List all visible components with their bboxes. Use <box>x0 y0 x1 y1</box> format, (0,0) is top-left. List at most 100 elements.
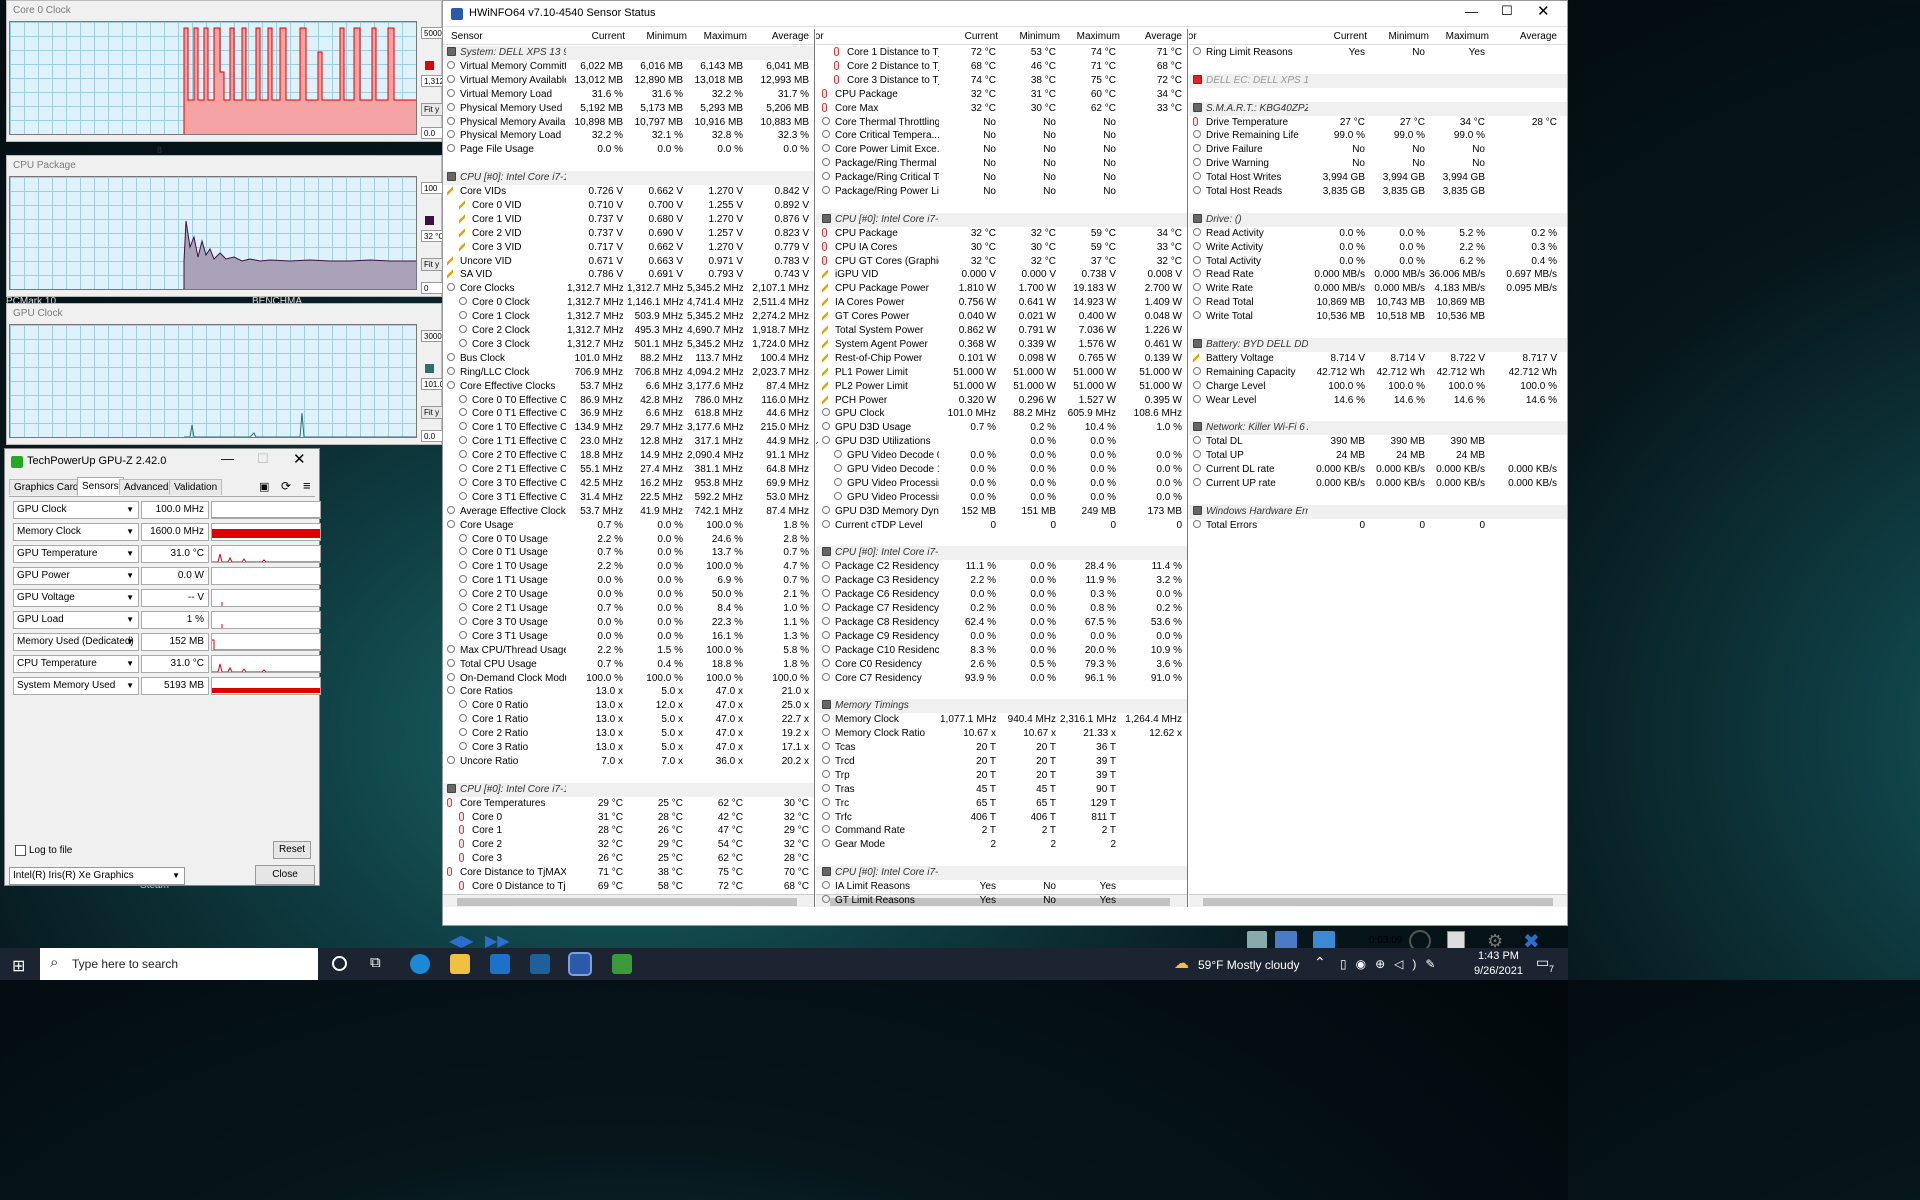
sensor-name-dropdown[interactable]: GPU Temperature ▼ <box>13 545 139 563</box>
sensor-row[interactable]: Virtual Memory Load 31.6 % 31.6 % 32.2 % 31.… <box>443 88 814 102</box>
hwinfo-window[interactable]: HWiNFO64 v7.10-4540 Sensor Status — ☐ ✕ … <box>442 0 1568 953</box>
sensor-row[interactable]: ⌄ Core Clocks 1,312.7 MHz 1,312.7 MHz 5,345.… <box>443 282 814 296</box>
sensor-row[interactable]: iGPU VID 0.000 V 0.000 V 0.738 V 0.008 V <box>816 268 1187 282</box>
gpuz-sensor-row[interactable]: GPU Voltage ▼ -- V <box>13 589 321 607</box>
sensor-row[interactable]: SA VID 0.786 V 0.691 V 0.793 V 0.743 V <box>443 268 814 282</box>
sensor-row[interactable]: ›GT Limit ReasonsYesNoYes <box>816 894 1187 907</box>
sensor-group-header[interactable]: CPU [#0]: Intel Core i7-1... <box>443 171 814 186</box>
sensor-row[interactable]: Core Max 32 °C 30 °C 62 °C 33 °C <box>816 102 1187 116</box>
sensor-row[interactable]: ›IA Limit ReasonsYesNoYes <box>816 880 1187 894</box>
sensor-group-header[interactable]: System: DELL XPS 13 93... <box>443 46 814 60</box>
menu-icon[interactable]: ≡ <box>303 478 311 493</box>
cortana-icon[interactable] <box>332 956 347 971</box>
tab-advanced[interactable]: Advanced <box>119 479 174 495</box>
sensor-row[interactable]: Core 0 T0 Effective Cl... 86.9 MHz 42.8 MH… <box>443 394 814 408</box>
sensor-row[interactable]: Command Rate 2 T 2 T 2 T <box>816 824 1187 838</box>
sensor-row[interactable]: Tcas 20 T 20 T 36 T <box>816 741 1187 755</box>
notifications-icon[interactable]: ▭ <box>1536 954 1549 971</box>
gpuz-sensor-row[interactable]: CPU Temperature ▼ 31.0 °C <box>13 655 321 673</box>
sensor-row[interactable]: Physical Memory Load 32.2 % 32.1 % 32.8 % 32… <box>443 129 814 143</box>
sensor-row[interactable]: Package C9 Residency 0.0 % 0.0 % 0.0 % 0.0 % <box>816 630 1187 644</box>
camera-icon[interactable]: ▣ <box>259 480 269 493</box>
sensor-row[interactable]: GPU Video Processing ... 0.0 % 0.0 % 0.0 % 0… <box>816 491 1187 505</box>
collapse-chevron-icon[interactable]: ⌄ <box>443 520 445 531</box>
sensor-row[interactable]: Package C6 Residency 0.0 % 0.0 % 0.3 % 0.0 % <box>816 588 1187 602</box>
reset-button[interactable]: Reset <box>273 841 311 859</box>
sensor-row[interactable]: Trfc 406 T 406 T 811 T <box>816 811 1187 825</box>
sensor-name-dropdown[interactable]: GPU Clock ▼ <box>13 501 139 519</box>
gpuz-sensor-row[interactable]: Memory Used (Dedicated) ▼ 152 MB <box>13 633 321 651</box>
weather-text[interactable]: 59°F Mostly cloudy <box>1198 958 1300 972</box>
sensor-row[interactable]: Core 3 26 °C 25 °C 62 °C 28 °C <box>443 852 814 866</box>
sensor-row[interactable]: Core 3 T1 Effective Cl... 31.4 MHz 22.5 MH… <box>443 491 814 505</box>
minimum-column-header[interactable]: Minimum <box>1000 31 1060 42</box>
sensor-row[interactable]: Virtual Memory Available 13,012 MB 12,890 … <box>443 74 814 88</box>
sensor-row[interactable]: GPU Video Processing ... 0.0 % 0.0 % 0.0 % 0… <box>816 477 1187 491</box>
sensor-row[interactable]: ›Core Thermal ThrottlingNoNoNo <box>816 116 1187 130</box>
sensor-row[interactable]: Trc 65 T 65 T 129 T <box>816 797 1187 811</box>
sensor-row[interactable]: Read Rate 0.000 MB/s 0.000 MB/s 36.006 MB/s… <box>1189 268 1567 282</box>
sensor-row[interactable]: On-Demand Clock Modul... 100.0 % 100.0 % 10… <box>443 672 814 686</box>
mail-icon[interactable] <box>490 954 510 974</box>
device-select[interactable]: Intel(R) Iris(R) Xe Graphics ▼ <box>9 867 185 885</box>
average-column-header[interactable]: Average <box>1120 31 1182 42</box>
refresh-icon[interactable]: ⟳ <box>281 479 291 493</box>
sensor-row[interactable]: Core 1 Distance to Tj... 72 °C 53 °C 74 °C 7… <box>816 46 1187 60</box>
sensor-row[interactable]: Battery Voltage 8.714 V 8.714 V 8.722 V 8.71… <box>1189 352 1567 366</box>
graph-window-cpu-package[interactable]: CPU Package 100 32 °C Fit y 0 <box>6 155 445 297</box>
sensor-group-header[interactable]: CPU [#0]: Intel Core i7-1... <box>816 866 1187 881</box>
sensor-row[interactable]: ⌄ Core Usage 0.7 % 0.0 % 100.0 % 1.8 % <box>443 519 814 533</box>
sensor-row[interactable]: Average Effective Clock 53.7 MHz 41.9 MHz 7… <box>443 505 814 519</box>
sensor-row[interactable]: CPU Package 32 °C 32 °C 59 °C 34 °C <box>816 227 1187 241</box>
sensor-row[interactable]: Gear Mode 2 2 2 <box>816 838 1187 852</box>
sensor-row[interactable]: Total Host Reads 3,835 GB 3,835 GB 3,835 GB <box>1189 185 1567 199</box>
sensor-row[interactable]: Core 0 Distance to Tj... 69 °C 58 °C 72 °C 6… <box>443 880 814 894</box>
sensor-row[interactable]: ⌄ GPU D3D Utilizations 0.0 % 0.0 % <box>816 435 1187 449</box>
fit-y-button[interactable]: Fit y <box>421 406 443 419</box>
file-explorer-icon[interactable] <box>450 954 470 974</box>
sensor-row[interactable]: Trp 20 T 20 T 39 T <box>816 769 1187 783</box>
sensor-row[interactable]: Total Errors 0 0 0 <box>1189 519 1567 533</box>
sensor-row[interactable]: Read Activity 0.0 % 0.0 % 5.2 % 0.2 % <box>1189 227 1567 241</box>
sensor-row[interactable]: Core 1 T1 Effective Cl... 23.0 MHz 12.8 MH… <box>443 435 814 449</box>
current-column-header[interactable]: Current <box>940 31 998 42</box>
gpuz-window[interactable]: TechPowerUp GPU-Z 2.42.0 — ☐ ✕ Graphics … <box>4 448 321 886</box>
clock-time[interactable]: 1:43 PM <box>1478 950 1519 962</box>
sensor-row[interactable]: Drive Warning No No No <box>1189 157 1567 171</box>
close-button[interactable]: Close <box>255 865 315 885</box>
collapse-chevron-icon[interactable]: ⌄ <box>443 798 445 809</box>
weather-icon[interactable]: ☁ <box>1174 954 1189 972</box>
sensor-row[interactable]: Bus Clock 101.0 MHz 88.2 MHz 113.7 MHz 100.4… <box>443 352 814 366</box>
sensor-row[interactable]: Package C2 Residency 11.1 % 0.0 % 28.4 % 11.… <box>816 560 1187 574</box>
current-column-header[interactable]: Current <box>1309 31 1367 42</box>
collapse-chevron-icon[interactable]: ⌄ <box>816 436 820 447</box>
sensor-row[interactable]: Write Total 10,536 MB 10,518 MB 10,536 MB <box>1189 310 1567 324</box>
sensor-row[interactable]: GPU D3D Memory Dynamic 152 MB 151 MB 249 MB… <box>816 505 1187 519</box>
sensor-row[interactable]: GPU Clock 101.0 MHz 88.2 MHz 605.9 MHz 108.6… <box>816 407 1187 421</box>
sensor-row[interactable]: ⌄ Core Temperatures 29 °C 25 °C 62 °C 30 °C <box>443 797 814 811</box>
sensor-row[interactable]: Core 1 28 °C 26 °C 47 °C 29 °C <box>443 824 814 838</box>
current-column-header[interactable]: Current <box>567 31 625 42</box>
sensor-row[interactable]: Core 1 T0 Usage 2.2 % 0.0 % 100.0 % 4.7 % <box>443 560 814 574</box>
sensor-row[interactable]: Core 3 T1 Usage 0.0 % 0.0 % 16.1 % 1.3 % <box>443 630 814 644</box>
sensor-row[interactable]: Total DL 390 MB 390 MB 390 MB <box>1189 435 1567 449</box>
sensor-group-header[interactable]: CPU [#0]: Intel Core i7-1... <box>443 782 814 797</box>
graph-color-swatch[interactable] <box>425 61 434 70</box>
sensor-group-header[interactable]: Windows Hardware Errors... <box>1189 504 1567 519</box>
gpuz-sensor-row[interactable]: Memory Clock ▼ 1600.0 MHz <box>13 523 321 541</box>
sensor-panel-3[interactable]: Sensor Current Minimum Maximum Average ›… <box>1189 29 1567 907</box>
collapse-chevron-icon[interactable]: ⌄ <box>443 186 445 197</box>
sensor-name-dropdown[interactable]: CPU Temperature ▼ <box>13 655 139 673</box>
sensor-row[interactable]: PL1 Power Limit 51.000 W 51.000 W 51.000 W 5… <box>816 366 1187 380</box>
collapse-chevron-icon[interactable]: ⌄ <box>443 686 445 697</box>
sensor-row[interactable]: Core 3 T0 Effective Cl... 42.5 MHz 16.2 MH… <box>443 477 814 491</box>
sensor-row[interactable]: Package C7 Residency 0.2 % 0.0 % 0.8 % 0.2 % <box>816 602 1187 616</box>
sensor-name-dropdown[interactable]: GPU Power ▼ <box>13 567 139 585</box>
sensor-row[interactable]: Package C3 Residency 2.2 % 0.0 % 11.9 % 3.2 … <box>816 574 1187 588</box>
tray-icons[interactable]: ▯◉⊕◁)✎ <box>1340 957 1444 971</box>
graph-window-gpu-clock[interactable]: GPU Clock 3000.0 101.0 M Fit y 0.0 <box>6 303 445 445</box>
sensor-row[interactable]: Current DL rate 0.000 KB/s 0.000 KB/s 0.000… <box>1189 463 1567 477</box>
fit-y-button[interactable]: Fit y <box>421 103 443 116</box>
windows-start-icon[interactable]: ⊞ <box>12 956 25 976</box>
minimize-icon[interactable]: — <box>1465 4 1478 19</box>
